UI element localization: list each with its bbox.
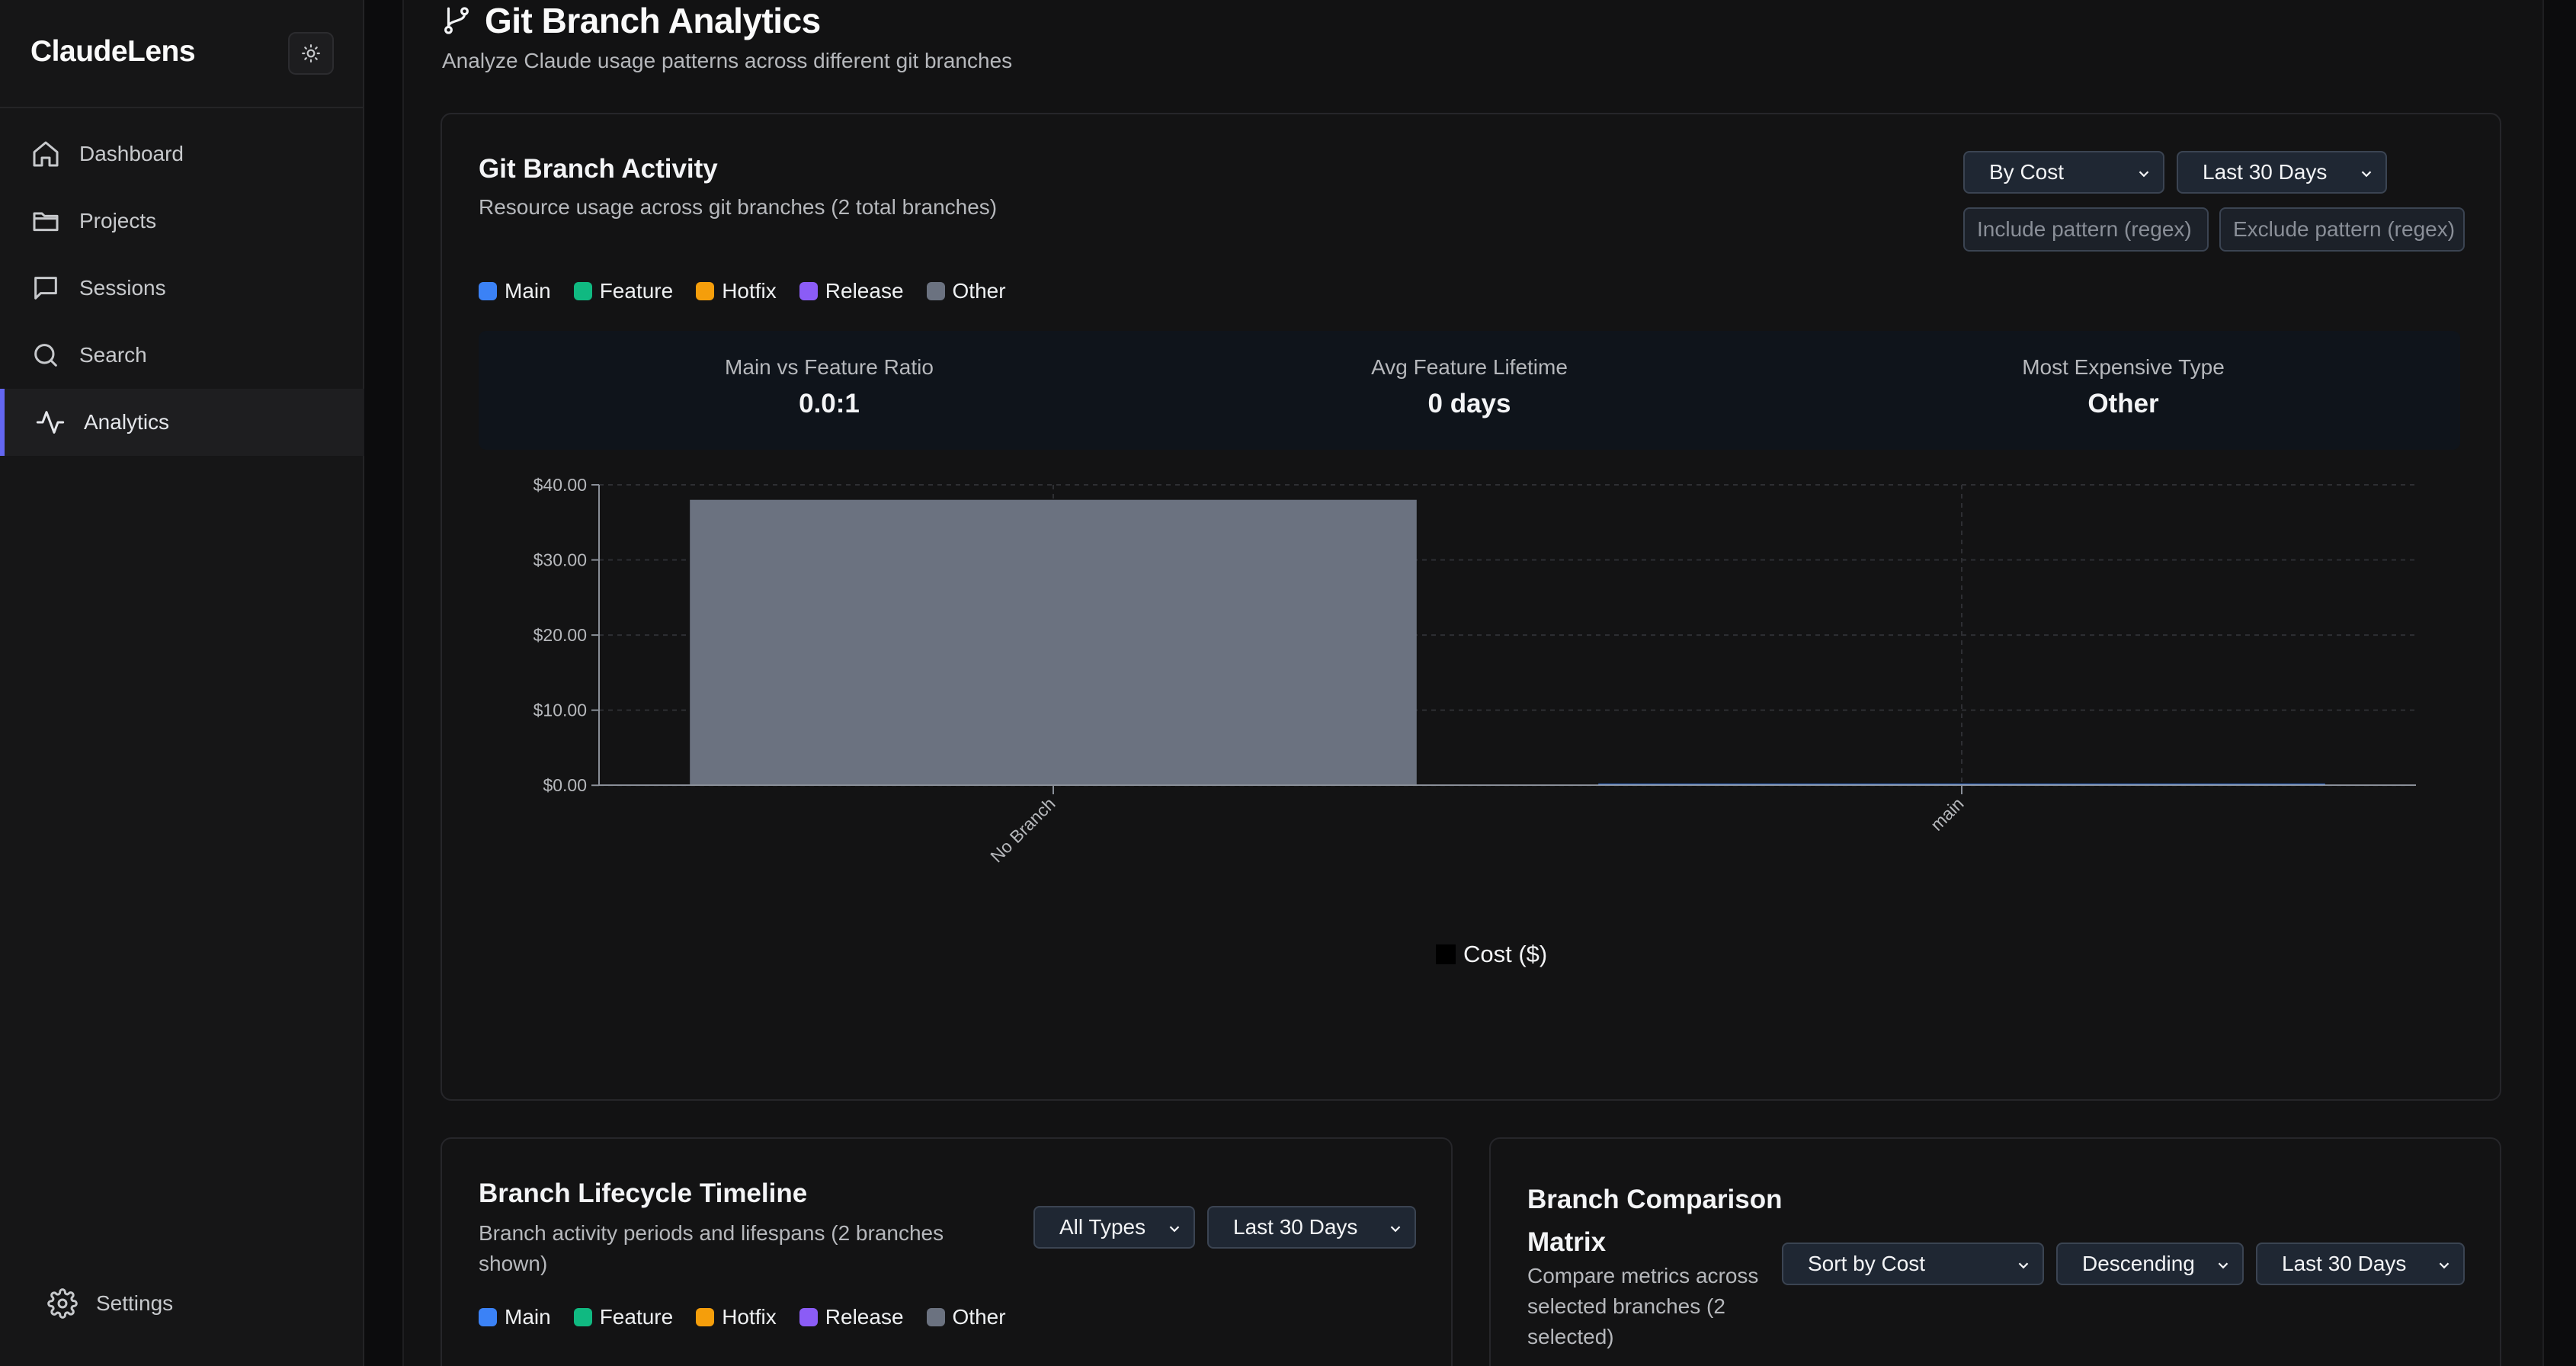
sidebar-divider <box>0 107 364 108</box>
card-title: Branch Comparison Matrix <box>1527 1185 1783 1257</box>
sidebar-item-settings[interactable]: Settings <box>47 1288 173 1319</box>
branch-lifecycle-card: Branch Lifecycle Timeline Branch activit… <box>441 1137 1453 1366</box>
sidebar-item-dashboard[interactable]: Dashboard <box>0 120 364 188</box>
legend-swatch <box>799 282 818 300</box>
message-icon <box>34 277 57 300</box>
sidebar-item-label: Projects <box>79 209 157 232</box>
y-tick-label: $30.00 <box>533 550 587 570</box>
legend-item-hotfix[interactable]: Hotfix <box>696 279 777 303</box>
sidebar-item-label: Dashboard <box>79 142 184 165</box>
stat-label: Most Expensive Type <box>2022 355 2225 379</box>
chevron-down-icon <box>2018 1262 2029 1269</box>
y-tick-label: $20.00 <box>533 625 587 645</box>
legend-item-feature[interactable]: Feature <box>573 1305 673 1329</box>
legend-item-main[interactable]: Main <box>479 1305 551 1329</box>
legend-swatch <box>479 282 497 300</box>
sidebar-item-label: Search <box>79 343 147 367</box>
legend-item-release[interactable]: Release <box>799 279 904 303</box>
y-tick-label: $0.00 <box>543 775 587 795</box>
sidebar-item-analytics[interactable]: Analytics <box>0 389 364 456</box>
sidebar-item-search[interactable]: Search <box>0 322 364 389</box>
chart-legend-label: Cost ($) <box>1463 941 1548 967</box>
sidebar-nav: Dashboard Projects Sessions Search Analy… <box>0 120 364 456</box>
card-subtitle: Branch activity periods and lifespans (2… <box>479 1221 944 1275</box>
home-icon <box>33 141 59 167</box>
lifecycle-range-select[interactable]: Last 30 Days <box>1207 1206 1416 1249</box>
card-subtitle: Compare metrics across selected branches… <box>1527 1264 1759 1348</box>
legend-item-release[interactable]: Release <box>799 1305 904 1329</box>
stat-avg-feature-lifetime: Avg Feature Lifetime 0 days <box>1241 355 1698 419</box>
chevron-down-icon <box>2361 171 2372 178</box>
stat-value: Other <box>2087 389 2159 418</box>
card-title: Git Branch Activity <box>479 154 718 184</box>
sidebar-item-sessions[interactable]: Sessions <box>0 255 364 322</box>
sidebar-item-label: Analytics <box>84 410 170 434</box>
chart-legend[interactable]: Cost ($) <box>1436 941 1547 968</box>
activity-icon <box>36 411 65 434</box>
git-branch-icon <box>444 7 469 34</box>
branch-activity-card: Git Branch Activity Resource usage acros… <box>441 113 2501 1101</box>
page-title-text: Git Branch Analytics <box>485 1 821 40</box>
lifecycle-legend: Main Feature Hotfix Release Other <box>479 1305 1029 1329</box>
stat-label: Avg Feature Lifetime <box>1371 355 1568 379</box>
folder-icon <box>33 212 59 232</box>
search-icon <box>34 344 57 367</box>
bar-no-branch <box>690 499 1417 785</box>
legend-item-hotfix[interactable]: Hotfix <box>696 1305 777 1329</box>
branch-type-legend: Main Feature Hotfix Release Other <box>479 279 1029 303</box>
chart-legend-swatch <box>1436 944 1456 964</box>
legend-swatch <box>573 1308 592 1326</box>
stat-value: 0 days <box>1427 389 1511 418</box>
comparison-range-select[interactable]: Last 30 Days <box>2256 1243 2465 1285</box>
legend-swatch <box>696 282 715 300</box>
y-tick-label: $10.00 <box>533 701 587 720</box>
legend-item-feature[interactable]: Feature <box>573 279 673 303</box>
exclude-pattern-input[interactable]: Exclude pattern (regex) <box>2219 207 2465 252</box>
legend-swatch <box>799 1308 818 1326</box>
stat-label: Main vs Feature Ratio <box>725 355 934 379</box>
legend-swatch <box>926 282 945 300</box>
sidebar: ClaudeLens Dashboard Projects Sessions S… <box>0 0 364 1366</box>
branch-cost-bar-chart: $0.00 $10.00 $20.00 $30.00 $40.00 No Branch ma… <box>533 475 2416 866</box>
legend-item-main[interactable]: Main <box>479 279 551 303</box>
stat-value: 0.0:1 <box>799 389 860 418</box>
stat-most-expensive-type: Most Expensive Type Other <box>1895 355 2352 419</box>
summary-stats: Main vs Feature Ratio 0.0:1 Avg Feature … <box>479 331 2460 450</box>
card-subtitle: Resource usage across git branches (2 to… <box>479 195 998 219</box>
main-content: Git Branch Analytics Analyze Claude usag… <box>402 0 2544 1366</box>
metric-select[interactable]: By Cost <box>1963 151 2164 194</box>
brand-logo[interactable]: ClaudeLens <box>30 35 196 69</box>
legend-swatch <box>573 282 592 300</box>
settings-label: Settings <box>96 1291 174 1315</box>
chevron-down-icon <box>2139 171 2149 178</box>
legend-swatch <box>696 1308 715 1326</box>
x-tick-label: main <box>1927 794 1968 835</box>
include-pattern-input[interactable]: Include pattern (regex) <box>1963 207 2209 252</box>
sidebar-item-label: Sessions <box>79 276 166 300</box>
y-tick-label: $40.00 <box>533 475 587 495</box>
theme-toggle-button[interactable] <box>288 32 334 75</box>
sidebar-item-projects[interactable]: Projects <box>0 188 364 255</box>
chevron-down-icon <box>2439 1262 2449 1269</box>
branch-type-select[interactable]: All Types <box>1033 1206 1195 1249</box>
chevron-down-icon <box>2218 1262 2228 1269</box>
time-range-select[interactable]: Last 30 Days <box>2177 151 2387 194</box>
legend-swatch <box>479 1308 497 1326</box>
legend-swatch <box>926 1308 945 1326</box>
card-title: Branch Lifecycle Timeline <box>479 1178 808 1208</box>
gear-icon <box>47 1288 78 1319</box>
chevron-down-icon <box>1169 1226 1180 1233</box>
page-title: Git Branch Analytics <box>441 0 821 41</box>
page-subtitle: Analyze Claude usage patterns across dif… <box>442 49 1013 72</box>
sort-order-select[interactable]: Descending <box>2056 1243 2244 1285</box>
branch-comparison-card: Branch Comparison Matrix Compare metrics… <box>1489 1137 2501 1366</box>
x-tick-label: No Branch <box>986 794 1059 866</box>
legend-item-other[interactable]: Other <box>926 1305 1006 1329</box>
stat-main-feature-ratio: Main vs Feature Ratio 0.0:1 <box>601 355 1058 419</box>
chevron-down-icon <box>1390 1226 1401 1233</box>
sort-by-select[interactable]: Sort by Cost <box>1782 1243 2044 1285</box>
legend-item-other[interactable]: Other <box>926 279 1006 303</box>
sun-icon <box>302 44 320 63</box>
